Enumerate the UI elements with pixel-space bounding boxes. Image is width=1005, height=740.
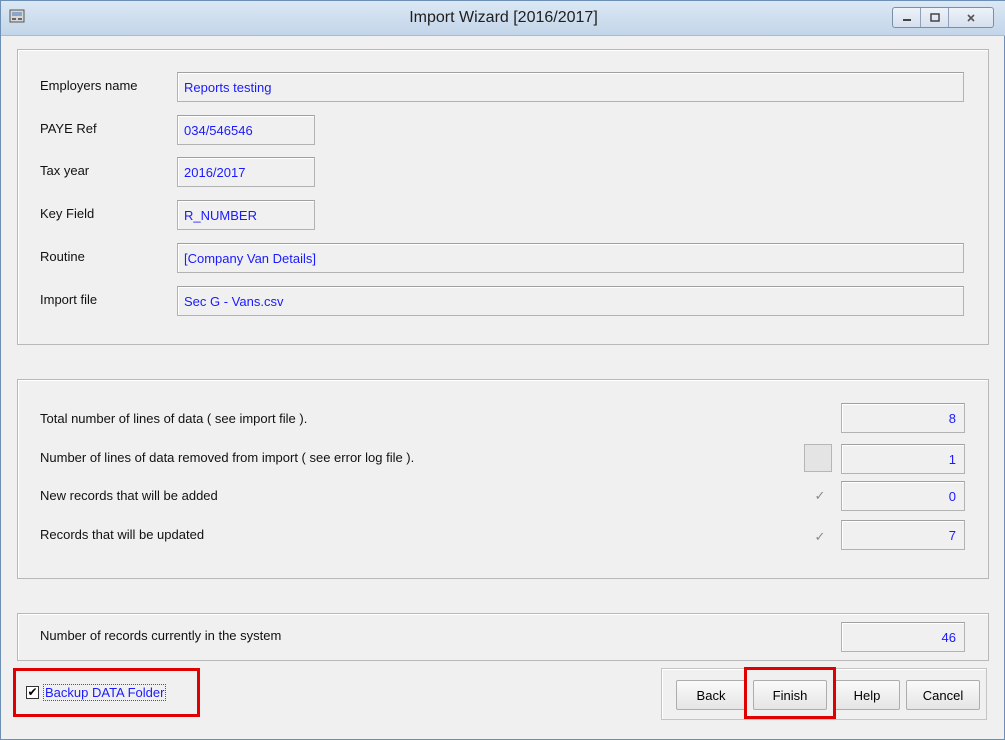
new-records-check-icon[interactable]: ✓ [806,482,834,510]
employers-name-label: Employers name [40,78,138,93]
key-field-label: Key Field [40,206,95,221]
backup-data-folder-checkbox[interactable]: ✔ Backup DATA Folder [26,684,167,701]
key-field-field[interactable]: R_NUMBER [177,200,315,230]
new-records-label: New records that will be added [40,488,218,503]
minimize-button[interactable] [893,8,921,27]
window-controls [892,7,994,28]
backup-data-folder-label[interactable]: Backup DATA Folder [43,684,167,701]
tax-year-label: Tax year [40,163,90,178]
minimize-icon [902,18,911,21]
current-records-label: Number of records currently in the syste… [40,628,282,643]
import-file-label: Import file [40,292,98,307]
employers-name-field[interactable]: Reports testing [177,72,964,102]
finish-highlight [744,667,836,719]
maximize-icon [929,13,940,22]
window-title: Import Wizard [2016/2017] [409,9,598,26]
cancel-button[interactable]: Cancel [906,680,980,710]
total-lines-field: 8 [841,403,965,433]
updated-records-label: Records that will be updated [40,527,205,542]
updated-records-check-icon[interactable]: ✓ [806,523,834,551]
maximize-button[interactable] [921,8,949,27]
help-button[interactable]: Help [834,680,900,710]
import-wizard-window: Import Wizard [2016/2017] Employers name… [0,0,1005,740]
back-button[interactable]: Back [676,680,746,710]
import-file-field[interactable]: Sec G - Vans.csv [177,286,964,316]
current-records-field: 46 [841,622,965,652]
total-lines-label: Total number of lines of data ( see impo… [40,411,308,426]
routine-label: Routine [40,249,85,264]
error-log-button[interactable] [804,444,832,472]
tax-year-field[interactable]: 2016/2017 [177,157,315,187]
new-records-field: 0 [841,481,965,511]
updated-records-field: 7 [841,520,965,550]
checkbox-checked-icon[interactable]: ✔ [26,686,39,699]
title-bar[interactable]: Import Wizard [2016/2017] [1,1,1005,36]
close-button[interactable] [949,8,993,27]
paye-ref-label: PAYE Ref [40,121,97,136]
paye-ref-field[interactable]: 034/546546 [177,115,315,145]
removed-lines-field: 1 [841,444,965,474]
close-icon [967,13,975,22]
routine-field[interactable]: [Company Van Details] [177,243,964,273]
removed-lines-label: Number of lines of data removed from imp… [40,450,415,465]
